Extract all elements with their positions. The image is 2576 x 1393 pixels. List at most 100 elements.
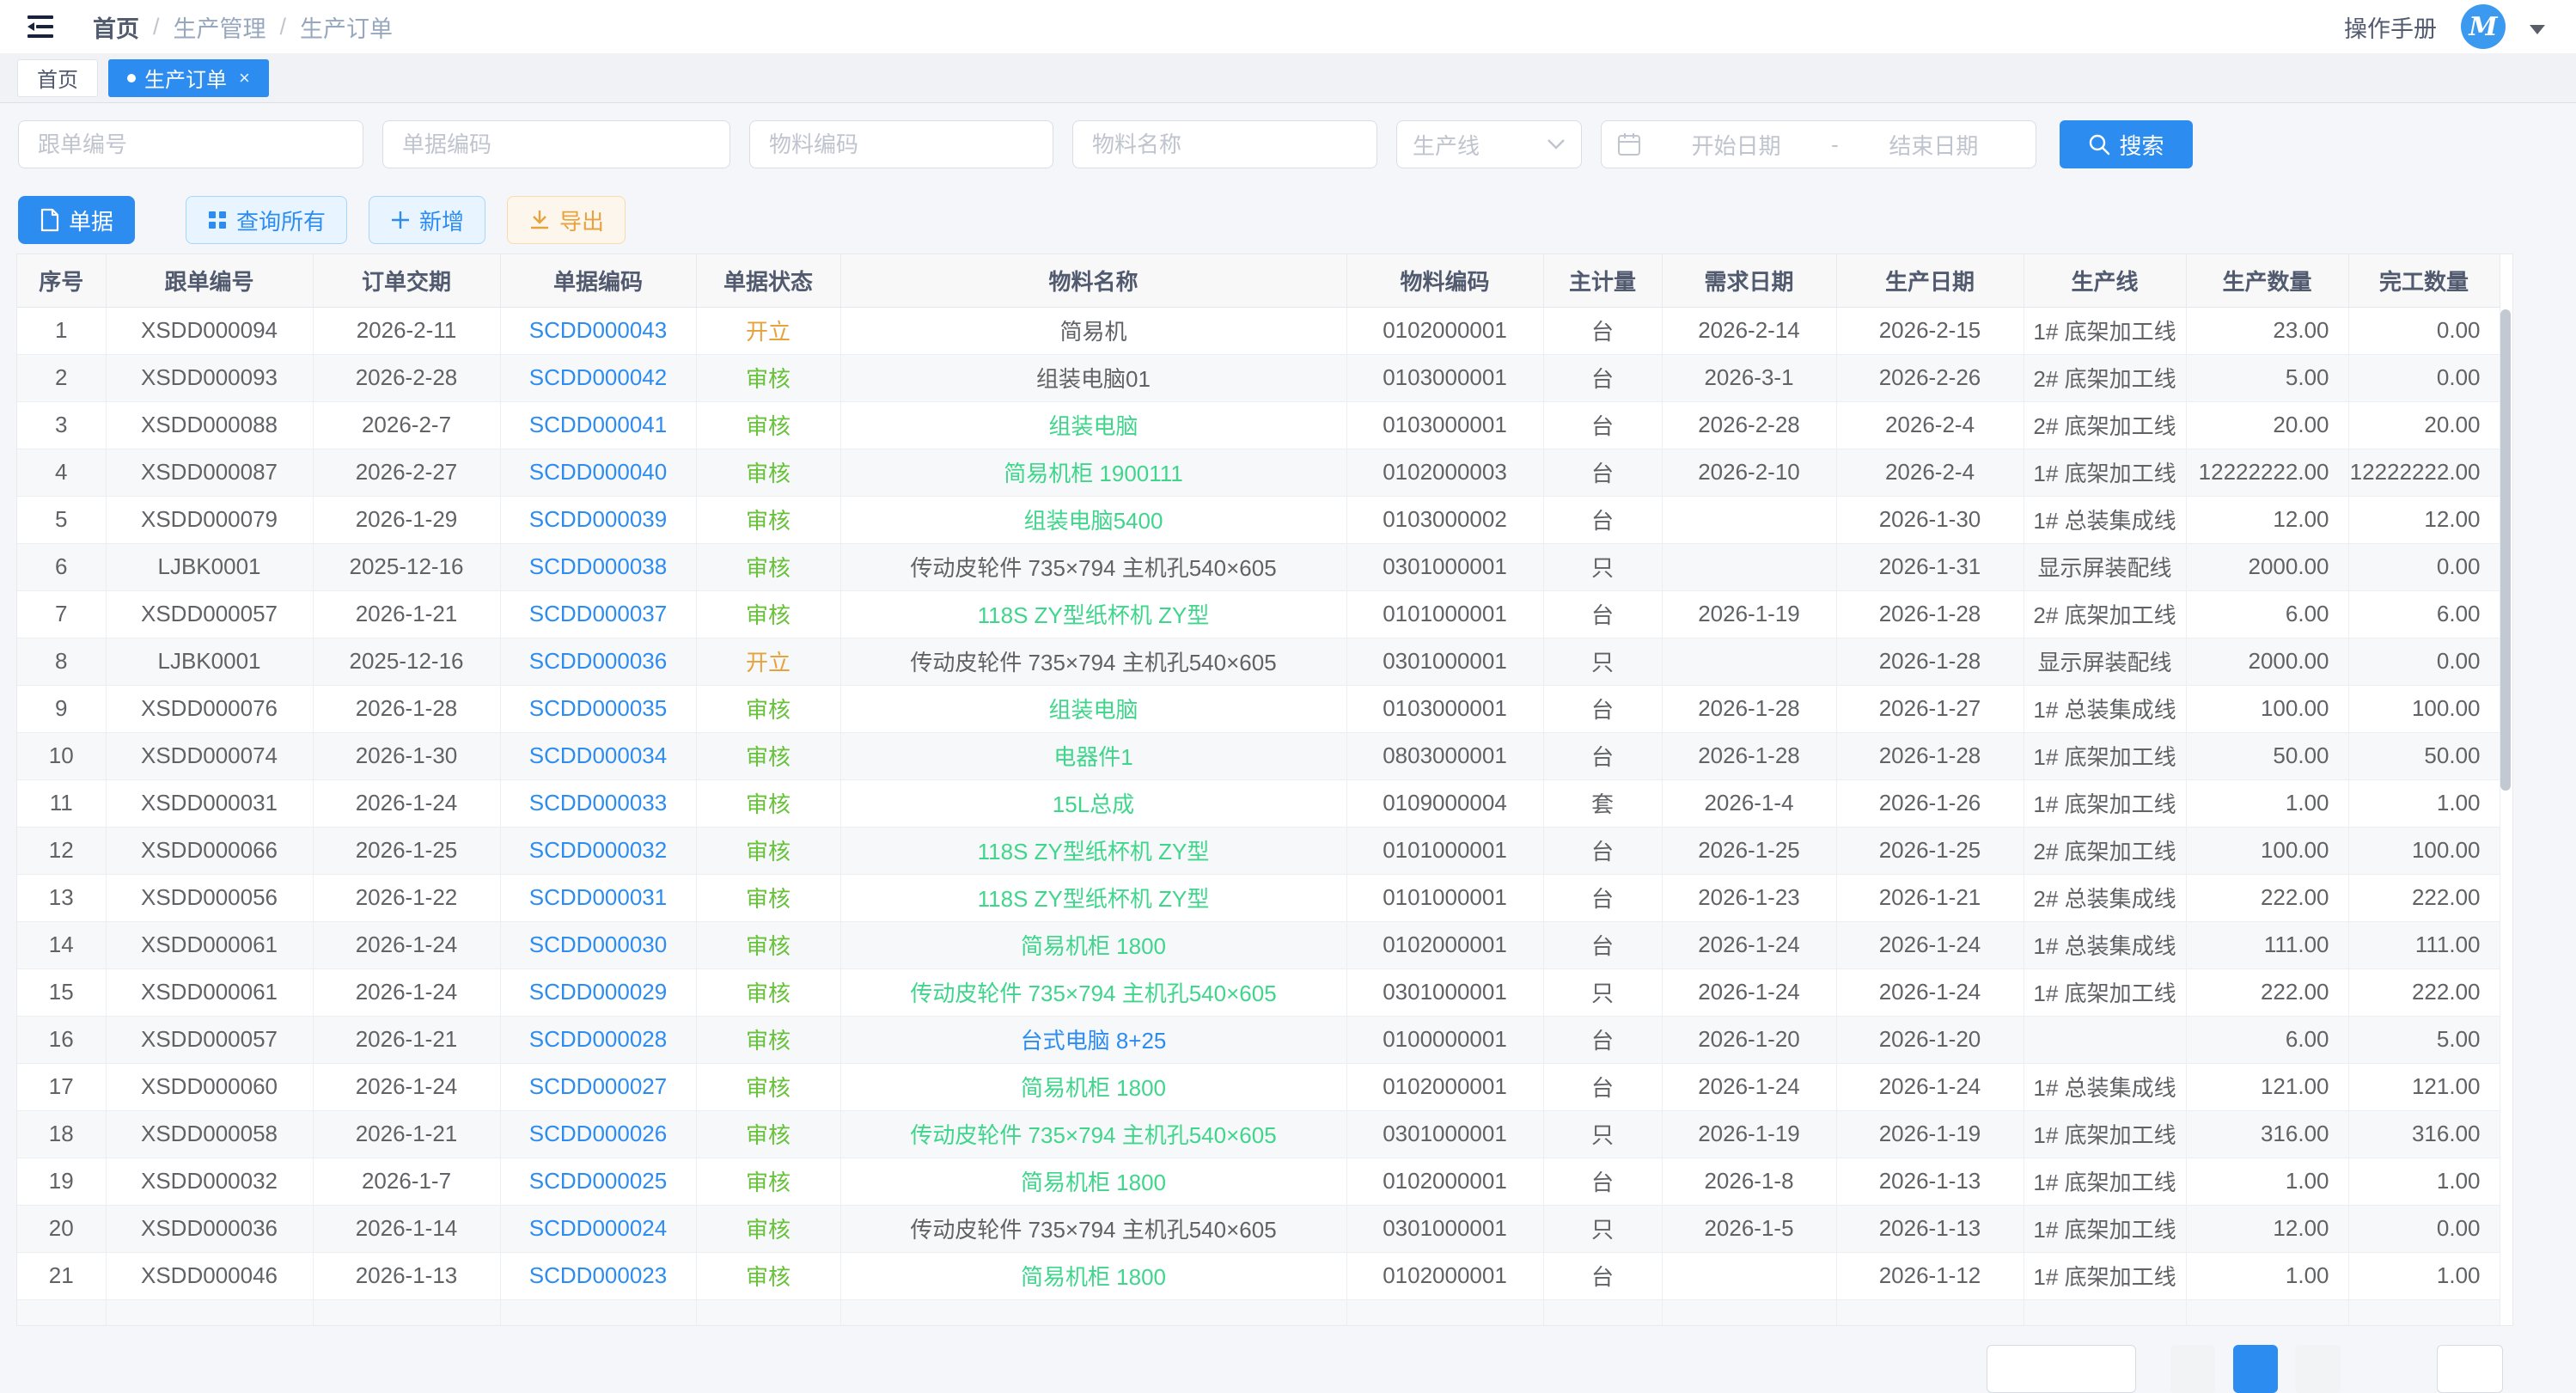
doc-code-link[interactable]: SCDD000031 <box>529 884 667 910</box>
menu-collapse-icon[interactable] <box>26 14 55 40</box>
cell-status: 开立 <box>696 307 840 354</box>
table-row: 5XSDD0000792026-1-29SCDD000039审核组装电脑5400… <box>17 496 2500 543</box>
cell-unit: 只 <box>1543 543 1662 590</box>
prev-page-button[interactable] <box>2170 1345 2215 1393</box>
cell-doc_code: SCDD000040 <box>500 449 696 496</box>
cell-prod_date: 2026-1-28 <box>1836 732 2024 779</box>
cell-done_qty: 12.00 <box>2348 496 2500 543</box>
page-jump-input[interactable] <box>2437 1345 2503 1393</box>
cell-order_no: XSDD000060 <box>106 1063 313 1110</box>
cell-order_no: XSDD000094 <box>106 307 313 354</box>
date-range-picker[interactable]: 开始日期 - 结束日期 <box>1601 120 2036 168</box>
table-row: 7XSDD0000572026-1-21SCDD000037审核118S ZY型… <box>17 590 2500 638</box>
cell-line: 1# 总装集成线 <box>2024 921 2186 968</box>
search-button[interactable]: 搜索 <box>2060 120 2193 168</box>
cell-mat_code: 0102000001 <box>1346 1252 1543 1299</box>
tab-production-order[interactable]: 生产订单 × <box>108 59 269 97</box>
column-header-demand_date: 需求日期 <box>1662 254 1836 307</box>
doc-code-link[interactable]: SCDD000034 <box>529 742 667 768</box>
doc-code-link[interactable]: SCDD000029 <box>529 979 667 1005</box>
cell-order_date: 2026-1-13 <box>313 1252 500 1299</box>
doc-code-link[interactable]: SCDD000036 <box>529 648 667 674</box>
doc-code-link[interactable]: SCDD000039 <box>529 506 667 532</box>
status-badge: 开立 <box>746 650 791 675</box>
cell-order_no: XSDD000057 <box>106 590 313 638</box>
doc-code-link[interactable]: SCDD000033 <box>529 790 667 816</box>
cell-mat_code: 0103000001 <box>1346 401 1543 449</box>
status-badge: 审核 <box>746 366 791 392</box>
doc-code-link[interactable]: SCDD000041 <box>529 412 667 437</box>
status-badge: 审核 <box>746 602 791 628</box>
avatar[interactable]: M <box>2461 4 2506 49</box>
next-page-button[interactable] <box>2295 1345 2341 1393</box>
doc-code-link[interactable]: SCDD000037 <box>529 601 667 626</box>
end-date-placeholder[interactable]: 结束日期 <box>1847 129 2020 161</box>
doc-code-link[interactable]: SCDD000025 <box>529 1168 667 1194</box>
breadcrumb-home[interactable]: 首页 <box>93 10 139 44</box>
production-line-select[interactable]: 生产线 <box>1396 120 1582 168</box>
cell-demand_date: 2026-1-4 <box>1662 779 1836 827</box>
doc-code-link[interactable]: SCDD000027 <box>529 1073 667 1099</box>
doc-code-link[interactable]: SCDD000026 <box>529 1121 667 1146</box>
cell-prod_date: 2026-1-13 <box>1836 1205 2024 1252</box>
caret-down-icon[interactable] <box>2530 25 2545 34</box>
add-button[interactable]: 新增 <box>369 196 485 244</box>
doc-code-input[interactable] <box>382 120 730 168</box>
doc-code-link[interactable]: SCDD000042 <box>529 364 667 390</box>
current-page-button[interactable] <box>2233 1345 2278 1393</box>
cell-doc_code: SCDD000026 <box>500 1110 696 1158</box>
doc-code-link[interactable]: SCDD000028 <box>529 1026 667 1052</box>
doc-code-link[interactable]: SCDD000032 <box>529 837 667 863</box>
cell-done_qty: 1.00 <box>2348 1158 2500 1205</box>
cell-unit: 台 <box>1543 827 1662 874</box>
document-button[interactable]: 单据 <box>18 196 135 244</box>
doc-code-link[interactable]: SCDD000040 <box>529 459 667 485</box>
cell-demand_date: 2026-2-28 <box>1662 401 1836 449</box>
table-vertical-scrollbar[interactable] <box>2500 309 2511 791</box>
cell-unit: 只 <box>1543 1205 1662 1252</box>
cell-qty: 222.00 <box>2186 968 2348 1016</box>
cell-order_date: 2026-1-24 <box>313 779 500 827</box>
cell-qty: 100.00 <box>2186 827 2348 874</box>
material-name-input[interactable] <box>1072 120 1377 168</box>
cell-seq: 21 <box>17 1252 106 1299</box>
query-all-button[interactable]: 查询所有 <box>186 196 347 244</box>
material-code-input[interactable] <box>749 120 1053 168</box>
cell-demand_date: 2026-1-25 <box>1662 827 1836 874</box>
search-button-label: 搜索 <box>2119 129 2164 161</box>
tab-home-label: 首页 <box>37 63 78 93</box>
close-icon[interactable]: × <box>239 67 250 89</box>
doc-code-link[interactable]: SCDD000038 <box>529 553 667 579</box>
cell-prod_date: 2026-1-31 <box>1836 543 2024 590</box>
cell-status: 审核 <box>696 732 840 779</box>
cell-mat_code: 0102000001 <box>1346 921 1543 968</box>
breadcrumb-production-management[interactable]: 生产管理 <box>174 10 266 44</box>
cell-name: 传动皮轮件 735×794 主机孔540×605 <box>840 968 1346 1016</box>
cell-prod_date: 2026-1-24 <box>1836 921 2024 968</box>
cell-doc_code: SCDD000043 <box>500 307 696 354</box>
doc-code-link[interactable]: SCDD000023 <box>529 1262 667 1288</box>
cell-demand_date: 2026-3-1 <box>1662 354 1836 401</box>
order-no-input[interactable] <box>18 120 363 168</box>
cell-unit: 套 <box>1543 779 1662 827</box>
page-size-select[interactable] <box>1987 1345 2136 1393</box>
cell-name: 118S ZY型纸杯机 ZY型 <box>840 827 1346 874</box>
doc-code-link[interactable]: SCDD000035 <box>529 695 667 721</box>
doc-code-link[interactable]: SCDD000030 <box>529 932 667 957</box>
start-date-placeholder[interactable]: 开始日期 <box>1650 129 1822 161</box>
status-badge: 审核 <box>746 933 791 959</box>
table-row <box>17 1299 2500 1326</box>
tab-home[interactable]: 首页 <box>17 59 98 97</box>
cell-done_qty: 50.00 <box>2348 732 2500 779</box>
cell-seq: 10 <box>17 732 106 779</box>
cell-order_no: XSDD000076 <box>106 685 313 732</box>
export-button[interactable]: 导出 <box>507 196 626 244</box>
doc-code-link[interactable]: SCDD000043 <box>529 317 667 343</box>
manual-link[interactable]: 操作手册 <box>2344 10 2437 44</box>
table-header: 序号跟单编号订单交期单据编码单据状态物料名称物料编码主计量需求日期生产日期生产线… <box>17 254 2500 307</box>
doc-code-link[interactable]: SCDD000024 <box>529 1215 667 1241</box>
table-row: 14XSDD0000612026-1-24SCDD000030审核简易机柜 18… <box>17 921 2500 968</box>
cell-qty: 111.00 <box>2186 921 2348 968</box>
cell-doc_code: SCDD000028 <box>500 1016 696 1063</box>
cell-doc_code: SCDD000032 <box>500 827 696 874</box>
